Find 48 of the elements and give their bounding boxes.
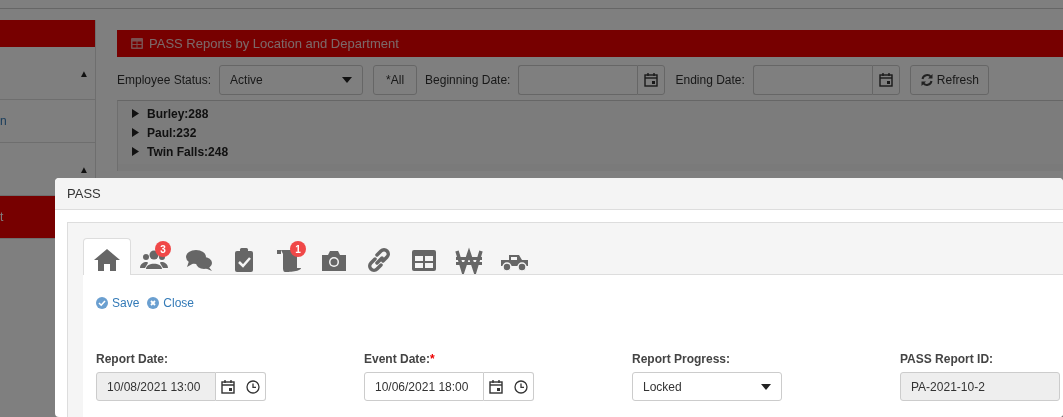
progress-dropdown[interactable]: Locked	[632, 372, 782, 401]
check-circle-icon	[96, 297, 108, 309]
sidebar-item[interactable]: ▲	[0, 47, 95, 100]
field-label: Report Progress:	[632, 352, 732, 366]
table-icon	[131, 38, 143, 49]
field-label: PASS Report ID:	[900, 352, 995, 366]
caret-icon: ▲	[79, 163, 89, 175]
expand-icon[interactable]	[132, 128, 139, 137]
tab[interactable]: 1	[266, 239, 311, 275]
home-icon	[93, 246, 121, 274]
refresh-icon	[919, 73, 934, 87]
expand-icon[interactable]	[132, 109, 139, 118]
close-icon	[147, 297, 160, 309]
caret-icon	[342, 77, 353, 83]
tree-node[interactable]: Paul:232	[147, 125, 197, 140]
sidebar-item[interactable]: n	[0, 100, 95, 143]
tab[interactable]: 3	[131, 239, 176, 275]
calendar-icon	[643, 72, 660, 88]
caret-icon: ▲	[79, 67, 89, 79]
datetime-field[interactable]: 10/06/2021 18:00	[364, 372, 484, 401]
field-label: Event Date:*	[364, 352, 436, 366]
clock-icon[interactable]	[244, 378, 261, 395]
filter-label: Employee Status:	[117, 73, 212, 87]
expand-icon[interactable]	[132, 147, 139, 156]
calendar-button[interactable]	[871, 65, 900, 95]
calendar-icon[interactable]	[488, 378, 505, 395]
calendar-icon	[877, 72, 894, 88]
panel-title: PASS Reports by Location and Department	[149, 36, 399, 51]
date-field[interactable]	[518, 65, 638, 95]
tree-node[interactable]: Twin Falls:248	[147, 144, 229, 159]
count-badge: 3	[155, 241, 171, 257]
all-button[interactable]: *All	[373, 65, 418, 95]
date-field[interactable]	[752, 65, 872, 95]
won-icon	[454, 246, 483, 274]
caret-icon	[761, 383, 771, 390]
field-label: Report Date:	[96, 352, 169, 366]
close-link[interactable]: Close	[147, 296, 195, 310]
save-link[interactable]: Save	[96, 296, 140, 310]
refresh-button[interactable]: Refresh	[909, 65, 989, 95]
status-dropdown[interactable]: Active	[219, 65, 364, 95]
count-badge: 1	[290, 241, 306, 257]
filter-label: Beginning Date:	[425, 73, 511, 87]
filter-label: Ending Date:	[675, 73, 745, 87]
tree-node[interactable]: Burley:288	[147, 106, 209, 121]
tab[interactable]	[83, 238, 131, 275]
calendar-button[interactable]	[637, 65, 666, 95]
calendar-icon[interactable]	[220, 378, 237, 395]
clock-icon[interactable]	[512, 378, 529, 395]
